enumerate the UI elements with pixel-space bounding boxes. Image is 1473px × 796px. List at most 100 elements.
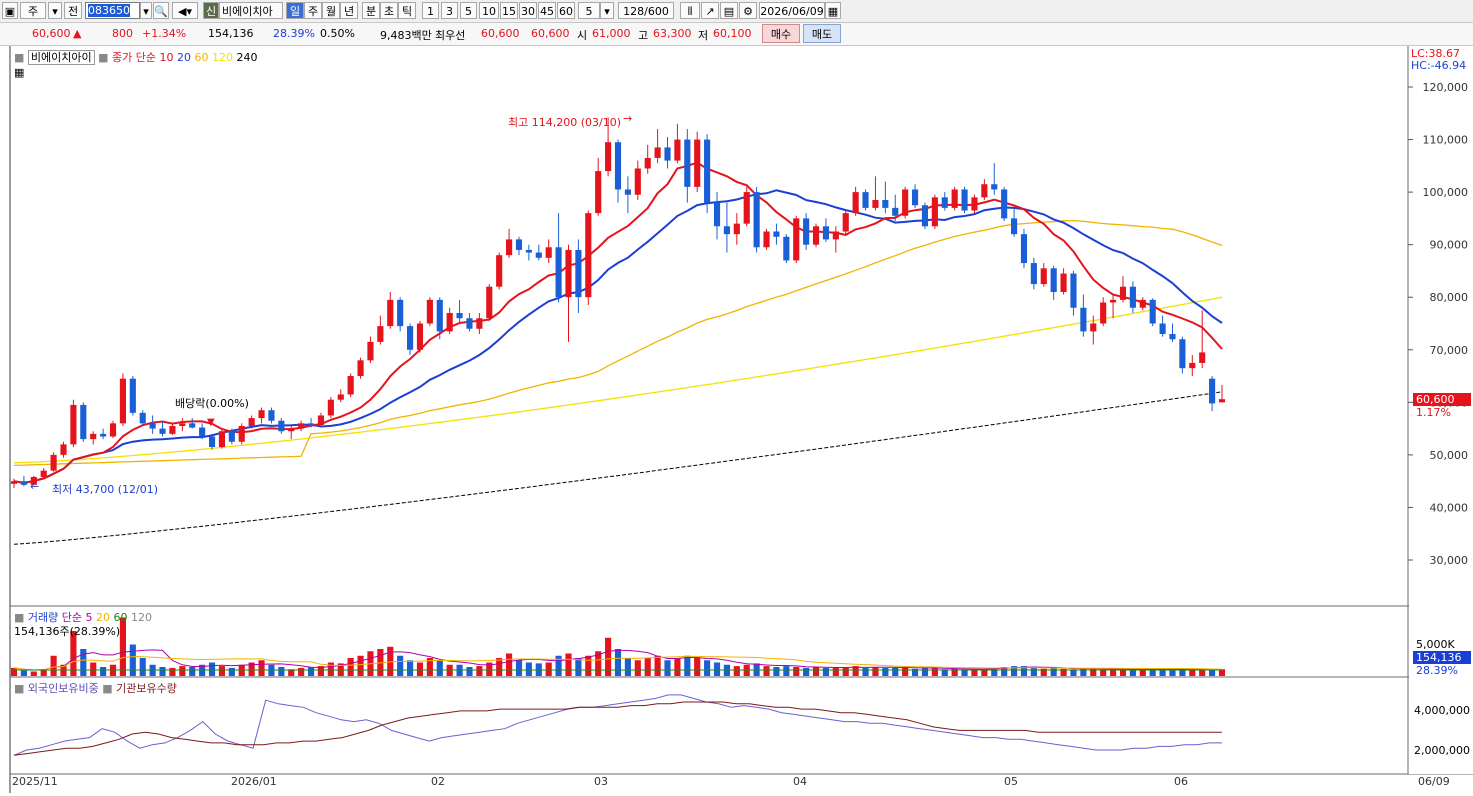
candle-body [743,192,750,224]
count-dropdown-icon[interactable]: ▾ [600,2,614,19]
candle-body [1149,299,1156,324]
minute-10[interactable]: 10 [479,2,499,19]
buy-button[interactable]: 매수 [762,24,800,43]
sell-button[interactable]: 매도 [803,24,841,43]
volume-bar [803,667,810,676]
arrow-left-icon: ← [30,480,40,493]
chart-area[interactable]: 120,000 110,000 100,000 90,000 80,000 70,000 6… [0,46,1473,793]
candle-body [664,147,671,161]
candle-body [218,431,226,448]
period-year[interactable]: 년 [340,2,358,19]
minute-5[interactable]: 5 [460,2,477,19]
candle-body [1110,299,1117,303]
x-tick-label: 02 [431,775,445,788]
candle-body [515,239,523,250]
volume-bar [100,667,107,676]
legend-ma-title: 종가 단순 [112,51,157,64]
candle-body [882,199,889,208]
minute-3[interactable]: 3 [441,2,458,19]
minute-30[interactable]: 30 [519,2,537,19]
candle-body [991,184,998,190]
candle-body [179,423,186,426]
price-chart[interactable]: 120,000 110,000 100,000 90,000 80,000 70,000 6… [0,46,1473,793]
table-icon[interactable]: ▦ [14,66,24,79]
volume-bar [397,655,404,676]
bid-price-2: 60,600 [531,27,570,40]
candle-body [357,360,364,377]
sound-icon[interactable]: ◀▾ [172,2,198,19]
volume-ma-120: 120 [131,611,153,624]
arrow-right-icon: → [623,112,633,125]
legend-ma-20: 20 [177,51,192,64]
type-select[interactable]: 주 [20,2,46,19]
candle-body [624,189,631,195]
price-axis-label: 50,000 [1430,449,1469,462]
low-price: 60,100 [713,27,752,40]
candle-body [961,189,968,211]
period-month[interactable]: 월 [322,2,340,19]
window-menu-icon[interactable]: ▣ [2,2,18,19]
candle-body [169,425,176,434]
legend-marker-icon: ■ [14,51,25,64]
volume-bar [30,671,37,676]
volume-bar [565,653,572,676]
volume-bar [466,667,473,676]
period-week[interactable]: 주 [304,2,322,19]
legend-stock-name[interactable]: 비에이치아이 [27,50,95,65]
volume-bar [525,662,532,676]
up-triangle-icon: ▲ [73,27,82,40]
candle-body [100,433,107,437]
holding-axis-high: 4,000,000 [1414,704,1470,717]
draw-tool-icon[interactable]: ↗ [701,2,719,19]
candle-body [416,323,424,350]
volume-bar [119,617,126,676]
candle-body [139,412,146,424]
market-select[interactable]: 전 [64,2,82,19]
candle-body [832,231,839,240]
candle-body [1080,307,1087,332]
hc-value: HC:-46.94 [1411,59,1467,72]
minute-45[interactable]: 45 [538,2,556,19]
minute-1[interactable]: 1 [422,2,439,19]
minute-15[interactable]: 15 [500,2,518,19]
candle-body [565,249,572,298]
candle-body [347,376,354,395]
candle-body [149,423,156,429]
candle-body [278,420,285,432]
candle-body [129,378,136,413]
volume-bar [842,667,849,676]
date-input[interactable]: 2026/06/09 [759,2,825,19]
candle-body [1119,286,1127,300]
legend-ma-60: 60 [194,51,209,64]
candle-type-icon[interactable]: ⫴ [680,2,700,19]
count-select[interactable]: 5 [578,2,600,19]
change-percent: +1.34% [142,27,187,40]
chevron-down-icon[interactable]: ▾ [48,2,62,19]
holding-legend-b: 기관보유수량 [116,682,177,695]
candle-body [109,423,117,437]
calendar-icon[interactable]: ▦ [825,2,841,19]
code-dropdown-icon[interactable]: ▾ [140,2,152,19]
stock-code-input[interactable]: 083650 [85,2,140,19]
minute-60[interactable]: 60 [557,2,575,19]
volume-bar [506,653,513,676]
candle-body [327,399,334,416]
candle-body [941,197,948,208]
gear-icon[interactable]: ⚙ [739,2,757,19]
period-day[interactable]: 일 [286,2,304,19]
search-icon[interactable]: 🔍 [153,2,169,19]
volume-bar [218,666,226,676]
candle-body [1001,189,1008,219]
candle-body [704,139,711,203]
bar-count-field[interactable]: 128/600 [618,2,674,19]
x-tick-label: 06 [1174,775,1188,788]
period-tick[interactable]: 틱 [398,2,416,19]
volume-bar [664,660,671,676]
candle-body [535,252,542,258]
period-second[interactable]: 초 [380,2,398,19]
volume-bar [1199,669,1206,676]
period-minute[interactable]: 분 [362,2,380,19]
save-icon[interactable]: ▤ [720,2,738,19]
volume-bar [1189,670,1196,676]
current-price-tag: 60,600 [1413,393,1471,406]
